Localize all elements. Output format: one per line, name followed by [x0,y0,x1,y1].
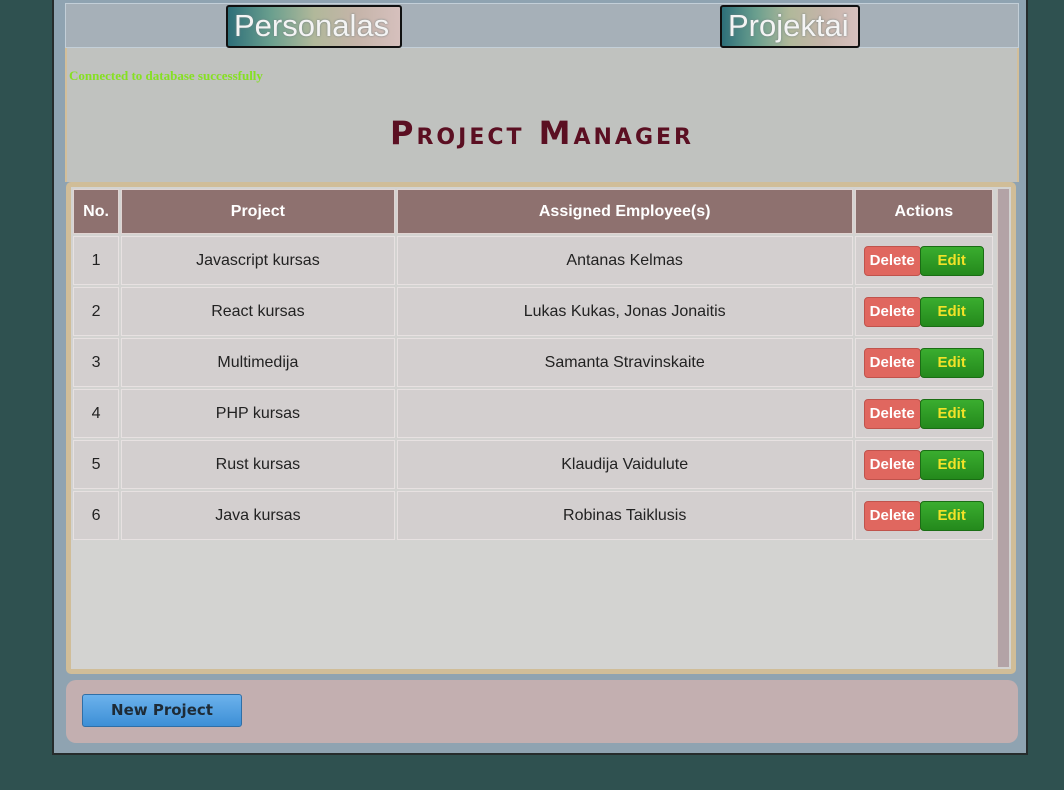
nav-link-projects[interactable]: Projektai [720,5,860,48]
header-project: Project [121,189,395,234]
project-name: Multimedija [121,338,395,387]
delete-button[interactable]: Delete [863,347,921,378]
assigned-employees: Samanta Stravinskaite [396,338,853,387]
header-panel: Connected to database successfully Proje… [65,48,1019,182]
table-row: 1 Javascript kursas Antanas Kelmas Delet… [73,236,993,285]
footer-panel: New Project [66,680,1018,743]
header-actions: Actions [854,189,993,234]
assigned-employees: Lukas Kukas, Jonas Jonaitis [396,287,853,336]
row-actions: Delete Edit [854,389,993,438]
edit-button[interactable]: Edit [919,398,984,429]
assigned-employees: Klaudija Vaidulute [396,440,853,489]
row-number: 4 [73,389,120,438]
new-project-button[interactable]: New Project [82,694,242,727]
row-number: 3 [73,338,120,387]
header-employees: Assigned Employee(s) [396,189,853,234]
project-name: React kursas [121,287,395,336]
row-actions: Delete Edit [854,440,993,489]
projects-table-panel: No. Project Assigned Employee(s) Actions… [66,182,1016,674]
table-scroll-area: No. Project Assigned Employee(s) Actions… [71,187,995,669]
app-window: Personalas Projektai Connected to databa… [52,0,1028,755]
table-scrollbar[interactable] [997,189,1009,667]
project-name: Java kursas [121,491,395,540]
header-no: No. [73,189,120,234]
project-name: Javascript kursas [121,236,395,285]
assigned-employees: Robinas Taiklusis [396,491,853,540]
delete-button[interactable]: Delete [863,449,921,480]
projects-table: No. Project Assigned Employee(s) Actions… [71,187,995,542]
edit-button[interactable]: Edit [919,500,984,531]
table-row: 3 Multimedija Samanta Stravinskaite Dele… [73,338,993,387]
table-row: 2 React kursas Lukas Kukas, Jonas Jonait… [73,287,993,336]
delete-button[interactable]: Delete [863,500,921,531]
table-header-row: No. Project Assigned Employee(s) Actions [73,189,993,234]
edit-button[interactable]: Edit [919,296,984,327]
db-status-message: Connected to database successfully [69,68,263,83]
row-number: 2 [73,287,120,336]
delete-button[interactable]: Delete [863,245,921,276]
project-name: PHP kursas [121,389,395,438]
edit-button[interactable]: Edit [919,347,984,378]
row-number: 6 [73,491,120,540]
row-actions: Delete Edit [854,338,993,387]
table-row: 6 Java kursas Robinas Taiklusis Delete Ed… [73,491,993,540]
edit-button[interactable]: Edit [919,449,984,480]
edit-button[interactable]: Edit [919,245,984,276]
row-number: 5 [73,440,120,489]
table-row: 4 PHP kursas Delete Edit [73,389,993,438]
page-title: Project Manager [390,114,694,152]
row-number: 1 [73,236,120,285]
nav-link-personal[interactable]: Personalas [226,5,402,48]
delete-button[interactable]: Delete [863,398,921,429]
assigned-employees: Antanas Kelmas [396,236,853,285]
row-actions: Delete Edit [854,491,993,540]
table-row: 5 Rust kursas Klaudija Vaidulute Delete E… [73,440,993,489]
row-actions: Delete Edit [854,287,993,336]
assigned-employees [396,389,853,438]
row-actions: Delete Edit [854,236,993,285]
project-name: Rust kursas [121,440,395,489]
delete-button[interactable]: Delete [863,296,921,327]
nav-bar: Personalas Projektai [65,3,1019,48]
